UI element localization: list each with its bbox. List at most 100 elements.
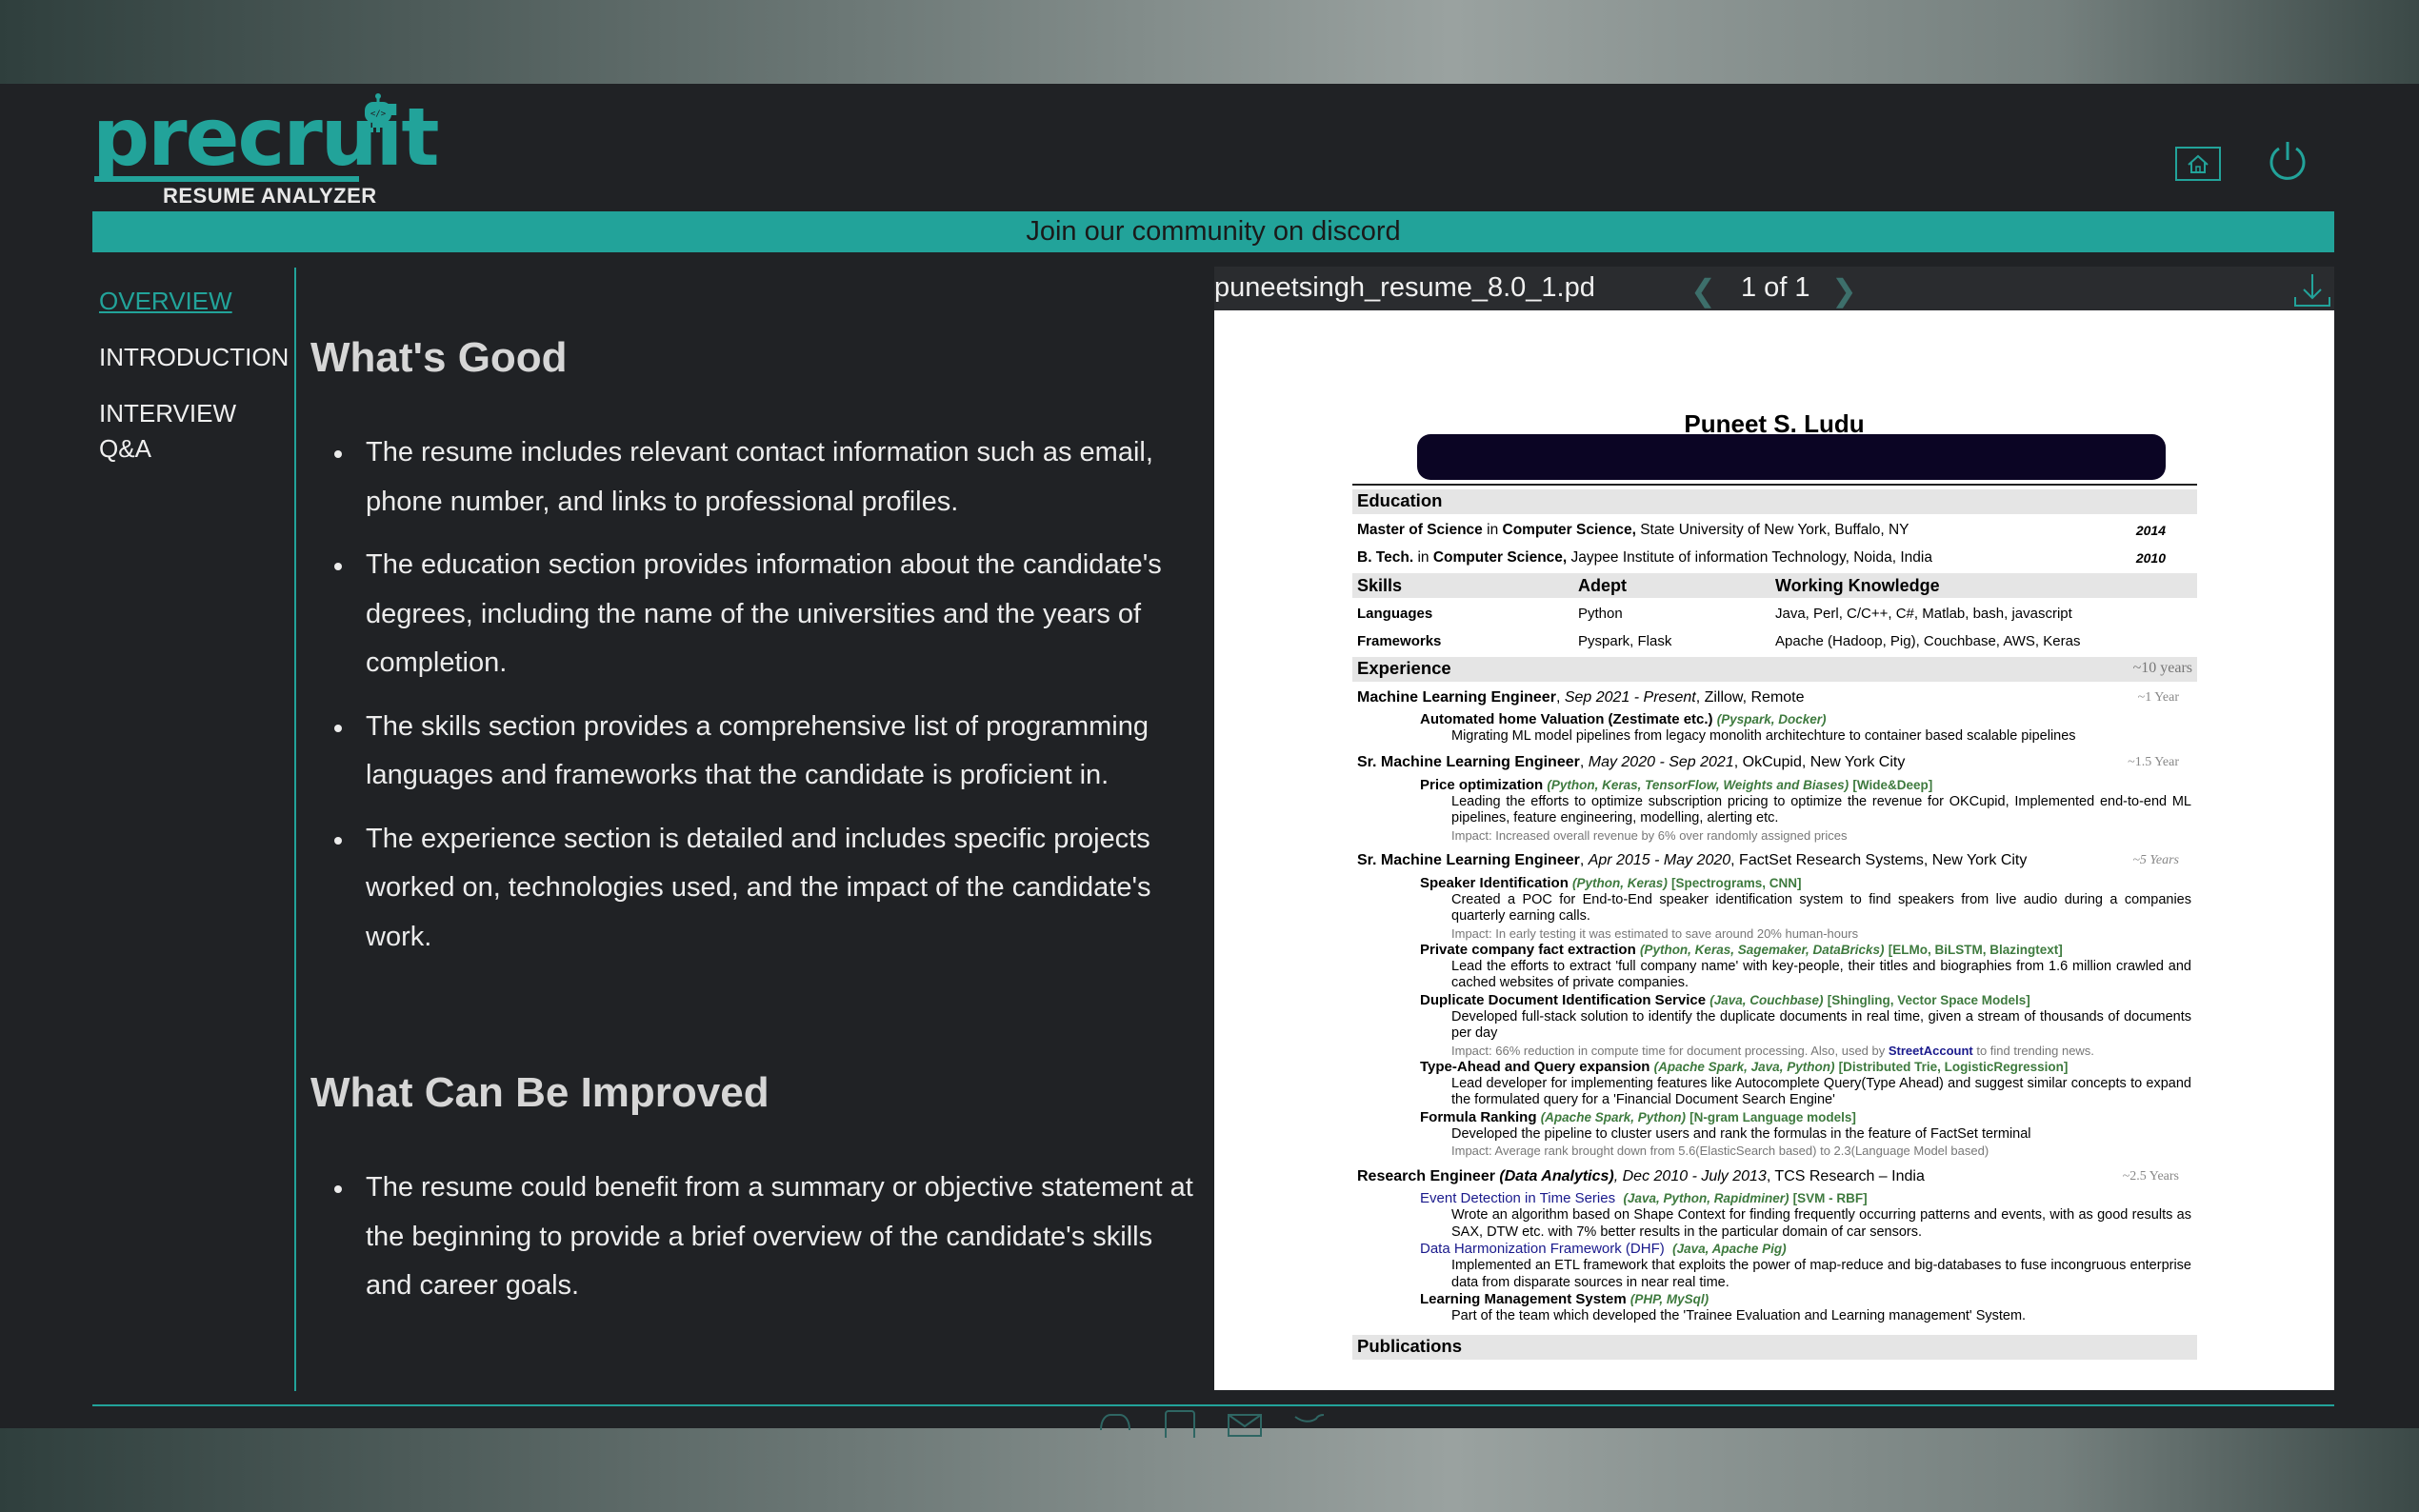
power-icon[interactable] — [2267, 139, 2309, 181]
project-tech: (PHP, MySql) — [1629, 1292, 1709, 1306]
project-algo: [Spectrograms, CNN] — [1671, 875, 1802, 890]
job-duration: ~1 Year — [2137, 689, 2179, 705]
skills-label: Frameworks — [1357, 632, 1442, 649]
project-title: Speaker Identification (Python, Keras) [… — [1352, 875, 2197, 892]
project-title: Event Detection in Time Series (Java, Py… — [1352, 1190, 2197, 1207]
nav-item-overview[interactable]: OVERVIEW — [99, 284, 290, 319]
chevron-right-icon[interactable]: ❯ — [1831, 272, 1857, 308]
project-tech: (Python, Keras, TensorFlow, Weights and … — [1547, 777, 1849, 792]
job-title: Sr. Machine Learning Engineer — [1357, 754, 1580, 770]
project-desc: Part of the team which developed the 'Tr… — [1451, 1308, 2027, 1323]
field: Computer Science, — [1502, 521, 1636, 538]
job-dates: May 2020 - Sep 2021 — [1588, 754, 1734, 770]
project-name: Duplicate Document Identification Servic… — [1420, 991, 1707, 1008]
edu-year: 2010 — [2135, 549, 2166, 566]
project-algo: [ELMo, BiLSTM, Blazingtext] — [1888, 942, 2063, 957]
project-impact: Impact: Average rank brought down from 5… — [1451, 1144, 1989, 1158]
education-title: Education — [1357, 490, 1443, 510]
app-window: precruit RESUME ANALYZER </> Join our co… — [0, 84, 2419, 1438]
job-role: (Data Analytics) — [1499, 1167, 1614, 1184]
degree: Master of Science — [1357, 521, 1483, 538]
project-title: Price optimization (Python, Keras, Tenso… — [1352, 777, 2197, 794]
job-row: Machine Learning Engineer, Sep 2021 - Pr… — [1357, 688, 2179, 706]
publications-section-header: Publications — [1352, 1334, 2197, 1360]
project-tech: (Java, Python, Rapidminer) — [1623, 1191, 1789, 1205]
pdf-viewer-toolbar: puneetsingh_resume_8.0_1.pdf ❮ 1 of 1 ❯ — [1214, 267, 2334, 310]
project-desc: Developed the pipeline to cluster users … — [1451, 1125, 2031, 1142]
job-dates: Apr 2015 - May 2020 — [1588, 852, 1731, 868]
project-name: Automated home Valuation (Zestimate etc.… — [1420, 711, 1713, 727]
skills-wk: Java, Perl, C/C++, C#, Matlab, bash, jav… — [1775, 605, 2072, 622]
chevron-left-icon[interactable]: ❮ — [1690, 272, 1716, 308]
experience-total: ~10 years — [2132, 660, 2192, 676]
project-tech: (Python, Keras) — [1572, 875, 1668, 890]
project-name: Learning Management System — [1420, 1291, 1627, 1307]
window-backdrop-top — [0, 0, 2419, 84]
nav-item-introduction[interactable]: INTRODUCTION — [99, 340, 290, 375]
skills-wk-header: Working Knowledge — [1775, 576, 1940, 595]
nav-item-interview-qa[interactable]: INTERVIEW Q&A — [99, 396, 261, 467]
improvements-list: The resume could benefit from a summary … — [310, 1164, 1206, 1311]
project-desc: Created a POC for End-to-End speaker ide… — [1451, 891, 2191, 925]
project-tech: (Apache Spark, Java, Python) — [1653, 1059, 1835, 1074]
project-desc: Lead developer for implementing features… — [1451, 1075, 2191, 1108]
job-duration: ~2.5 Years — [2122, 1168, 2179, 1184]
project-algo: [Wide&Deep] — [1852, 777, 1933, 792]
job-row: Research Engineer (Data Analytics), Dec … — [1352, 1163, 2197, 1190]
linkedin-icon[interactable] — [1160, 1409, 1200, 1438]
pdf-filename: puneetsingh_resume_8.0_1.pdf — [1214, 272, 1595, 303]
education-row: Master of Science in Computer Science, S… — [1352, 516, 2197, 544]
redacted-contact-bar — [1417, 434, 2166, 480]
edu-year: 2014 — [2135, 522, 2166, 538]
project-algo: [N-gram Language models] — [1689, 1109, 1856, 1124]
project-title: Private company fact extraction (Python,… — [1352, 942, 2197, 959]
brand-underline — [94, 176, 359, 182]
project-desc: Implemented an ETL framework that exploi… — [1451, 1258, 2191, 1290]
download-icon[interactable] — [2292, 270, 2332, 308]
project-desc: Migrating ML model pipelines from legacy… — [1451, 728, 2076, 744]
project-desc: Leading the efforts to optimize subscrip… — [1451, 793, 2191, 826]
brand-subtitle: RESUME ANALYZER — [163, 184, 377, 208]
project-tech: (Apache Spark, Python) — [1540, 1109, 1686, 1124]
education-row: B. Tech. in Computer Science, Jaypee Ins… — [1352, 544, 2197, 571]
nav-divider — [294, 268, 296, 1391]
streetaccount-link[interactable]: StreetAccount — [1889, 1044, 1973, 1058]
pdf-page[interactable]: Puneet S. Ludu Education Master of Scien… — [1214, 310, 2334, 1390]
project-algo: [SVM - RBF] — [1792, 1191, 1868, 1205]
footer-divider — [92, 1404, 2334, 1406]
conn: in — [1413, 548, 1433, 566]
experience-section-header: Experience ~10 years — [1352, 657, 2197, 682]
conn: in — [1482, 521, 1503, 538]
impact-text: Average rank brought down from 5.6(Elast… — [1494, 1144, 1989, 1158]
home-icon[interactable] — [2175, 147, 2221, 181]
skills-label: Languages — [1357, 605, 1433, 622]
brand-logo[interactable]: precruit RESUME ANALYZER </> — [92, 91, 439, 215]
what-can-be-improved-heading: What Can Be Improved — [310, 1069, 770, 1116]
job-company: , FactSet Research Systems, New York Cit… — [1730, 852, 2028, 868]
job-title: Research Engineer — [1357, 1167, 1495, 1184]
project-title: Type-Ahead and Query expansion (Apache S… — [1352, 1059, 2197, 1076]
discord-banner[interactable]: Join our community on discord — [92, 211, 2334, 252]
project-desc: Lead the efforts to extract 'full compan… — [1451, 958, 2191, 991]
project-tech: (Python, Keras, Sagemaker, DataBricks) — [1639, 942, 1885, 957]
project-name: Data Harmonization Framework (DHF) — [1420, 1241, 1665, 1257]
twitter-icon[interactable] — [1289, 1409, 1329, 1438]
project-name: Formula Ranking — [1420, 1108, 1537, 1125]
project-tech: (Java, Apache Pig) — [1672, 1242, 1787, 1256]
job-company: , Zillow, Remote — [1695, 688, 1805, 706]
project-tech: (Pyspark, Docker) — [1716, 712, 1827, 726]
project-desc: Developed full-stack solution to identif… — [1451, 1008, 2191, 1042]
robot-mascot-icon: </> — [365, 93, 391, 132]
impact-text: 66% reduction in compute time for docume… — [1495, 1043, 1889, 1058]
school: Jaypee Institute of information Technolo… — [1567, 548, 1932, 566]
page-indicator: 1 of 1 — [1741, 272, 1810, 303]
discord-icon[interactable] — [1095, 1409, 1135, 1438]
mail-icon[interactable] — [1225, 1409, 1265, 1438]
job-company: , TCS Research – India — [1766, 1167, 1925, 1184]
project-title: Data Harmonization Framework (DHF) (Java… — [1352, 1241, 2197, 1258]
project-desc: Wrote an algorithm based on Shape Contex… — [1451, 1207, 2191, 1240]
skills-wk: Apache (Hadoop, Pig), Couchbase, AWS, Ke… — [1775, 632, 2081, 649]
svg-text:</>: </> — [370, 109, 387, 119]
project-name: Type-Ahead and Query expansion — [1420, 1058, 1650, 1075]
list-item: The skills section provides a comprehens… — [310, 703, 1206, 801]
